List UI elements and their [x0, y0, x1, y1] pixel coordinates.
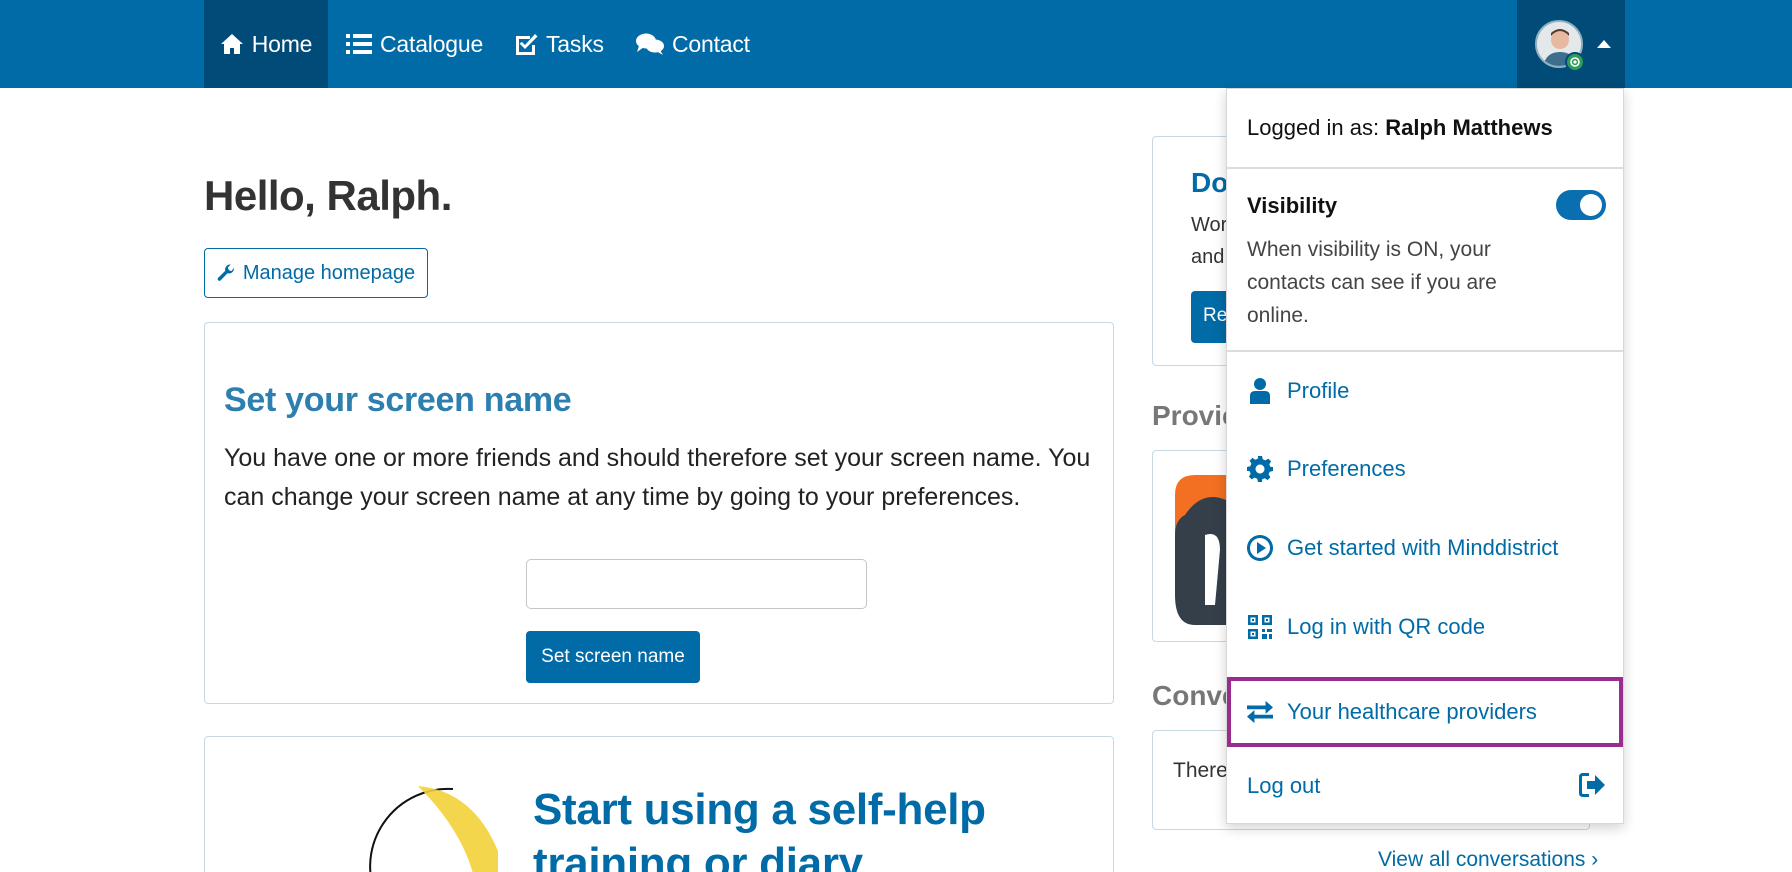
user-icon — [1250, 378, 1270, 404]
screen-name-description: You have one or more friends and should … — [224, 444, 1091, 511]
manage-homepage-label: Manage homepage — [242, 261, 416, 284]
caret-up-icon — [1597, 40, 1611, 48]
screen-name-title: Set your screen name — [224, 381, 572, 419]
nav-catalogue-label: Catalogue — [380, 30, 484, 57]
sign-out-icon — [1579, 773, 1605, 797]
logged-in-as: Logged in as: Ralph Matthews — [1247, 115, 1553, 141]
logged-in-label: Logged in as: — [1247, 115, 1380, 140]
menu-item-preferences-label: Preferences — [1287, 456, 1406, 481]
screen-name-card: Set your screen name You have one or mor… — [204, 322, 1114, 704]
home-icon — [220, 34, 243, 54]
screen-name-input[interactable] — [526, 559, 867, 609]
visibility-toggle[interactable] — [1556, 190, 1606, 220]
conversations-empty-text: There — [1173, 759, 1228, 782]
selfhelp-illustration — [369, 786, 498, 872]
menu-item-qr-login[interactable]: Log in with QR code — [1227, 594, 1623, 660]
menu-item-healthcare-providers-label: Your healthcare providers — [1287, 699, 1537, 724]
menu-item-qr-login-label: Log in with QR code — [1287, 614, 1486, 639]
providers-heading: Provic — [1152, 400, 1238, 431]
nav-tasks[interactable]: Tasks — [514, 0, 604, 88]
chat-bubbles-icon — [636, 33, 664, 55]
nav-home[interactable]: Home — [204, 0, 328, 88]
nav-contact[interactable]: Contact — [636, 0, 750, 88]
dropdown-divider — [1227, 167, 1623, 169]
exchange-arrows-icon — [1247, 700, 1273, 724]
toggle-knob — [1580, 194, 1602, 216]
user-dropdown-menu: Logged in as: Ralph Matthews Visibility … — [1226, 88, 1624, 824]
visibility-title: Visibility — [1247, 193, 1338, 218]
dropdown-divider — [1227, 350, 1623, 352]
set-screen-name-button[interactable]: Set screen name — [526, 631, 700, 683]
user-menu-toggle[interactable] — [1517, 0, 1625, 88]
gear-icon — [1247, 456, 1273, 482]
nav-home-label: Home — [251, 30, 313, 57]
view-all-conversations-label: View all conversations — [1378, 848, 1586, 871]
menu-item-get-started-label: Get started with Minddistrict — [1287, 535, 1559, 560]
selfhelp-title: Start using a self-help training or diar… — [533, 785, 986, 872]
visibility-description: When visibility is ON, your contacts can… — [1247, 238, 1497, 327]
menu-item-healthcare-providers[interactable]: Your healthcare providers — [1227, 677, 1623, 747]
side-card-do-title: Do — [1191, 167, 1229, 198]
page-greeting: Hello, Ralph. — [204, 172, 452, 219]
nav-catalogue[interactable]: Catalogue — [346, 0, 483, 88]
menu-item-logout[interactable]: Log out — [1227, 753, 1623, 819]
qr-code-icon — [1248, 615, 1272, 639]
menu-item-logout-label: Log out — [1247, 773, 1321, 798]
online-status-icon — [1565, 52, 1585, 72]
menu-item-preferences[interactable]: Preferences — [1227, 436, 1623, 502]
menu-item-profile[interactable]: Profile — [1227, 358, 1623, 424]
side-card-do-text-line2: and — [1191, 246, 1225, 268]
top-navbar: Home Catalogue Tasks Contact — [0, 0, 1792, 88]
avatar — [1535, 16, 1585, 72]
logged-in-user-name: Ralph Matthews — [1385, 115, 1553, 140]
chevron-right-icon: › — [1591, 848, 1599, 871]
wrench-icon — [217, 264, 234, 281]
selfhelp-card: Start using a self-help training or diar… — [204, 736, 1114, 872]
view-all-conversations-link[interactable]: View all conversations › — [1378, 848, 1598, 872]
play-circle-icon — [1247, 535, 1273, 561]
manage-homepage-button[interactable]: Manage homepage — [204, 248, 428, 298]
nav-tasks-label: Tasks — [546, 30, 604, 57]
menu-item-profile-label: Profile — [1287, 378, 1350, 403]
checkbox-icon — [516, 34, 538, 55]
nav-contact-label: Contact — [672, 30, 750, 57]
menu-item-get-started[interactable]: Get started with Minddistrict — [1227, 515, 1623, 581]
side-card-do-text-line1: Wor — [1191, 214, 1228, 236]
list-icon — [346, 34, 372, 54]
conversations-heading: Conve — [1152, 680, 1238, 711]
